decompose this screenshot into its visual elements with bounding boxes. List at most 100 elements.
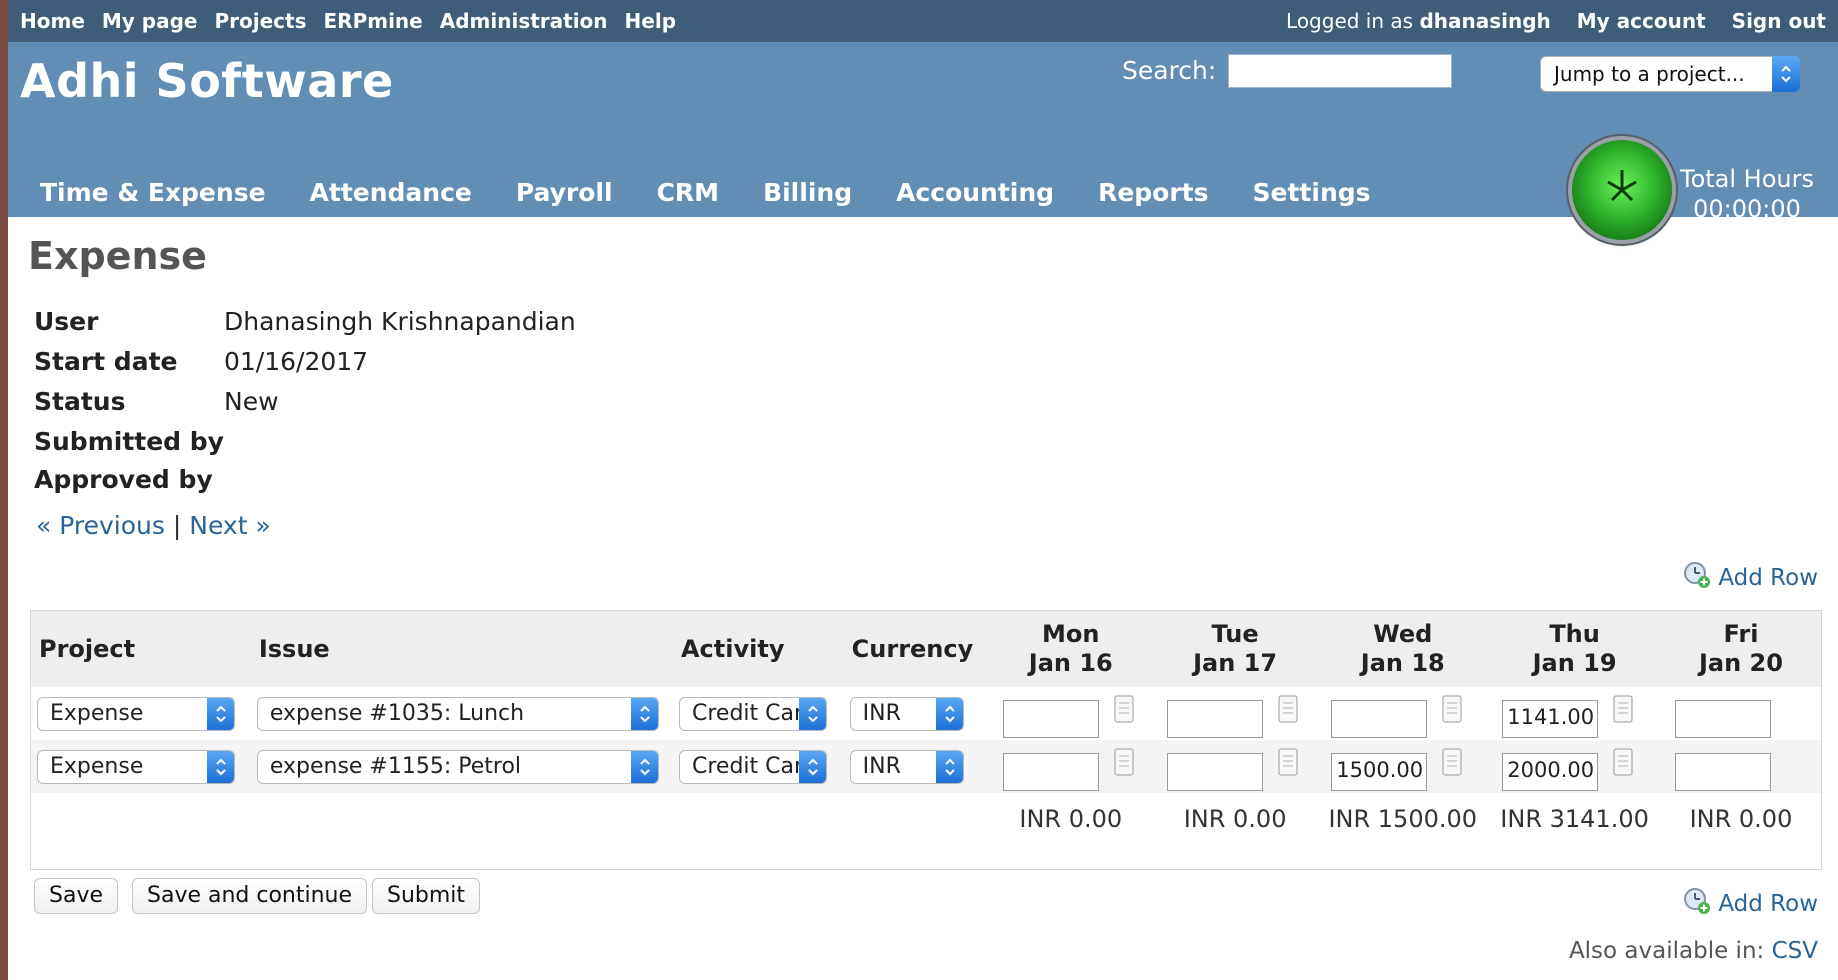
amount-input[interactable] <box>1166 699 1263 738</box>
my-account-link[interactable]: My account <box>1577 9 1706 33</box>
also-available-label: Also available in: <box>1568 938 1765 964</box>
logged-in-prefix: Logged in as <box>1286 9 1414 33</box>
select-arrows-icon <box>207 697 234 730</box>
notes-icon[interactable] <box>1612 747 1634 777</box>
nav-time-expense[interactable]: Time & Expense <box>40 178 266 207</box>
notes-icon[interactable] <box>1277 747 1299 777</box>
nav-crm[interactable]: CRM <box>657 178 719 207</box>
sign-out-link[interactable]: Sign out <box>1732 9 1826 33</box>
amount-input[interactable] <box>1002 752 1099 791</box>
jump-to-project-select[interactable]: Jump to a project... <box>1540 56 1800 92</box>
csv-link[interactable]: CSV <box>1772 938 1818 964</box>
add-row-icon <box>1682 886 1712 922</box>
topnav-home[interactable]: Home <box>20 9 85 33</box>
col-header-mon: Mon Jan 16 <box>988 611 1153 687</box>
add-row-bottom[interactable]: Add Row <box>1682 886 1818 922</box>
next-link[interactable]: Next » <box>189 511 270 540</box>
info-value: 01/16/2017 <box>224 347 369 376</box>
total-hours-label: Total Hours <box>1680 165 1814 193</box>
select-arrows-icon <box>1772 56 1800 92</box>
issue-select[interactable]: expense #1155: Petrol <box>256 749 659 784</box>
nav-billing[interactable]: Billing <box>763 178 852 207</box>
col-header-activity: Activity <box>672 611 844 687</box>
amount-input[interactable]: 2000.00 <box>1502 752 1599 791</box>
amount-input[interactable]: 1141.00 <box>1502 699 1599 738</box>
notes-icon[interactable] <box>1441 747 1463 777</box>
select-arrows-icon <box>630 697 658 730</box>
col-header-tue: Tue Jan 17 <box>1152 611 1318 687</box>
nav-settings[interactable]: Settings <box>1253 178 1371 207</box>
project-select[interactable]: Expense <box>37 749 235 784</box>
info-label: Start date <box>34 347 178 376</box>
save-and-continue-button[interactable]: Save and continue <box>132 878 368 914</box>
topnav-help[interactable]: Help <box>625 9 676 33</box>
table-header-row: Project Issue Activity Currency Mon Jan 1… <box>31 611 1821 687</box>
info-label: Status <box>34 387 126 416</box>
amount-input[interactable] <box>1674 699 1771 738</box>
nav-attendance[interactable]: Attendance <box>310 178 472 207</box>
add-row-link[interactable]: Add Row <box>1718 565 1818 591</box>
search-label: Search: <box>1122 56 1217 85</box>
page-title: Expense <box>28 234 207 278</box>
topnav-projects[interactable]: Projects <box>215 9 307 33</box>
currency-select[interactable]: INR <box>849 696 964 731</box>
total-fri: INR 0.00 <box>1689 805 1793 833</box>
total-mon: INR 0.00 <box>1019 805 1123 833</box>
activity-select[interactable]: Credit Card <box>678 696 827 731</box>
topnav-erpmine[interactable]: ERPmine <box>324 9 423 33</box>
project-select[interactable]: Expense <box>37 696 235 731</box>
total-hours: Total Hours 00:00:00 <box>1680 164 1814 224</box>
app-window: Home My page Projects ERPmine Administra… <box>8 0 1838 980</box>
info-value: Dhanasingh Krishnapandian <box>224 307 576 336</box>
add-row-icon <box>1682 560 1712 596</box>
previous-link[interactable]: « Previous <box>36 511 165 540</box>
info-label: User <box>34 307 99 336</box>
amount-input[interactable] <box>1331 699 1428 738</box>
notes-icon[interactable] <box>1441 694 1463 724</box>
add-row-link[interactable]: Add Row <box>1718 891 1818 917</box>
topnav-my-page[interactable]: My page <box>102 9 198 33</box>
main-nav: Time & Expense Attendance Payroll CRM Bi… <box>40 178 1371 207</box>
logged-in-text: Logged in as dhanasingh <box>1286 9 1551 33</box>
select-arrows-icon <box>798 697 826 730</box>
col-header-thu: Thu Jan 19 <box>1488 611 1661 687</box>
search-input[interactable] <box>1228 54 1452 88</box>
total-hours-value: 00:00:00 <box>1693 195 1801 223</box>
amount-input[interactable]: 1500.00 <box>1331 752 1428 791</box>
notes-icon[interactable] <box>1612 694 1634 724</box>
nav-accounting[interactable]: Accounting <box>896 178 1054 207</box>
topnav-administration[interactable]: Administration <box>440 9 608 33</box>
col-header-issue: Issue <box>250 611 673 687</box>
expense-table: Project Issue Activity Currency Mon Jan 1… <box>30 610 1822 870</box>
timer-clock-icon[interactable] <box>1572 140 1672 240</box>
total-wed: INR 1500.00 <box>1328 805 1478 833</box>
notes-icon[interactable] <box>1113 694 1135 724</box>
notes-icon[interactable] <box>1277 694 1299 724</box>
top-menu-bar: Home My page Projects ERPmine Administra… <box>8 0 1838 42</box>
select-arrows-icon <box>935 750 963 783</box>
table-row: Expense expense #1155: Petrol Credit Car… <box>31 740 1821 793</box>
amount-input[interactable] <box>1002 699 1099 738</box>
also-available: Also available in: CSV <box>1569 938 1818 964</box>
logged-in-username[interactable]: dhanasingh <box>1419 9 1550 33</box>
col-header-project: Project <box>31 611 251 687</box>
total-thu: INR 3141.00 <box>1500 805 1649 833</box>
select-arrows-icon <box>798 750 826 783</box>
submit-button[interactable]: Submit <box>372 878 481 914</box>
totals-row: INR 0.00 INR 0.00 INR 1500.00 INR 3141.0… <box>31 793 1821 845</box>
nav-payroll[interactable]: Payroll <box>516 178 613 207</box>
amount-input[interactable] <box>1674 752 1771 791</box>
nav-reports[interactable]: Reports <box>1098 178 1208 207</box>
amount-input[interactable] <box>1166 752 1263 791</box>
notes-icon[interactable] <box>1113 747 1135 777</box>
select-arrows-icon <box>207 750 234 783</box>
select-arrows-icon <box>630 750 658 783</box>
add-row-top[interactable]: Add Row <box>1682 560 1818 596</box>
activity-select[interactable]: Credit Card <box>678 749 827 784</box>
select-arrows-icon <box>935 697 963 730</box>
issue-select[interactable]: expense #1035: Lunch <box>256 696 659 731</box>
currency-select[interactable]: INR <box>849 749 964 784</box>
pager: « Previous | Next » <box>36 511 271 540</box>
save-button[interactable]: Save <box>34 878 119 914</box>
info-label: Approved by <box>34 465 213 494</box>
